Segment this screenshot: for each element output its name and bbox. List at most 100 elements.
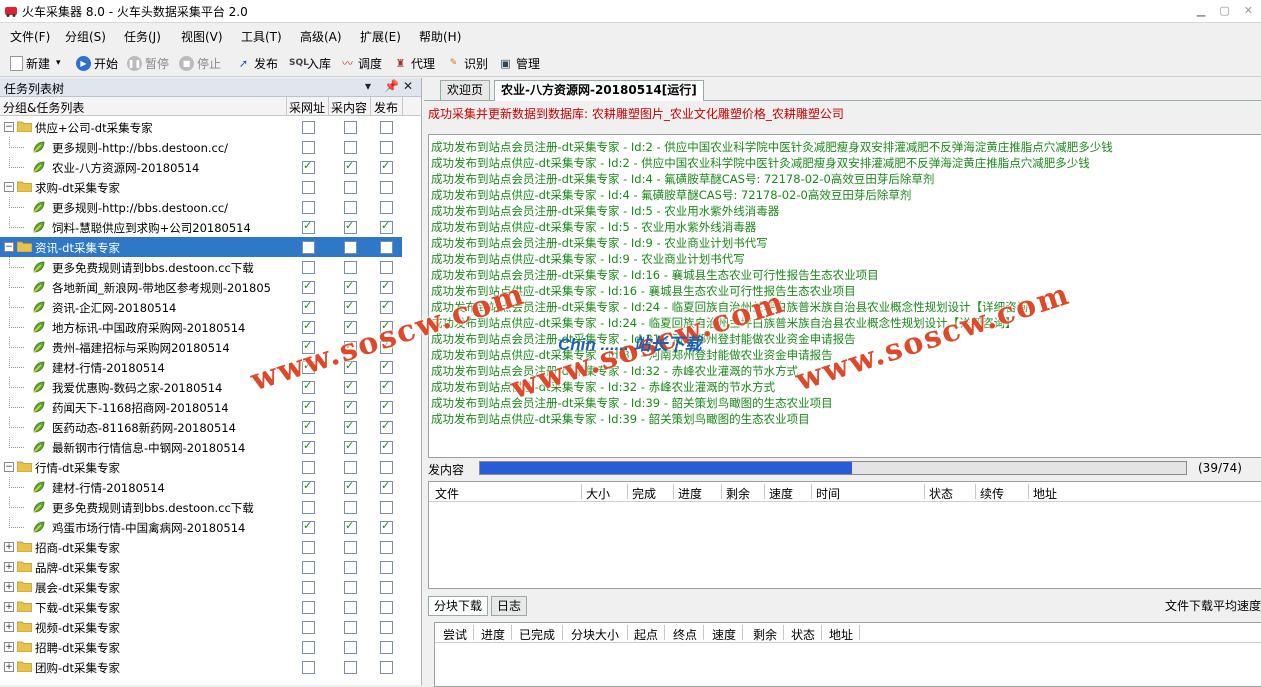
collect-content-checkbox[interactable] bbox=[344, 219, 357, 234]
collect-content-checkbox[interactable] bbox=[344, 279, 357, 294]
collect-content-checkbox[interactable] bbox=[344, 581, 357, 594]
collect-url-checkbox[interactable] bbox=[302, 501, 315, 514]
column-separator[interactable] bbox=[1028, 484, 1029, 499]
publish-checkbox[interactable] bbox=[380, 439, 393, 454]
collect-url-checkbox[interactable] bbox=[302, 621, 315, 634]
collect-content-checkbox[interactable] bbox=[344, 501, 357, 514]
collect-url-checkbox[interactable] bbox=[302, 561, 315, 574]
tree-task-row[interactable]: 农业-八方资源网-20180514 bbox=[0, 157, 402, 177]
tree-task-row[interactable]: 更多免费规则请到bbs.destoon.cc下载 bbox=[0, 257, 402, 277]
chunk-download-list[interactable]: 尝试 进度 已完成 分块大小 起点 终点 速度 剩余 状态 地址 bbox=[434, 622, 1261, 687]
tree-group-row[interactable]: + 团购-dt采集专家 bbox=[0, 657, 402, 677]
collect-content-checkbox[interactable] bbox=[344, 299, 357, 314]
collect-content-checkbox[interactable] bbox=[344, 379, 357, 394]
expand-icon[interactable]: + bbox=[4, 562, 14, 572]
collect-url-checkbox[interactable] bbox=[302, 461, 315, 474]
tab-chunk-download[interactable]: 分块下载 bbox=[428, 596, 489, 616]
file-column-header[interactable]: 状态 bbox=[929, 485, 953, 502]
proxy-button[interactable]: ♜ 代理 bbox=[393, 54, 435, 72]
tree-group-row[interactable]: + 视频-dt采集专家 bbox=[0, 617, 402, 637]
publish-checkbox[interactable] bbox=[380, 641, 393, 654]
collect-url-checkbox[interactable] bbox=[302, 299, 315, 314]
expand-icon[interactable]: + bbox=[4, 622, 14, 632]
collect-content-checkbox[interactable] bbox=[344, 561, 357, 574]
menu-tools[interactable]: 工具(T) bbox=[241, 28, 282, 45]
tree-task-row[interactable]: 最新钢市行情信息-中钢网-20180514 bbox=[0, 437, 402, 457]
collect-url-checkbox[interactable] bbox=[302, 319, 315, 334]
column-separator[interactable] bbox=[511, 625, 512, 640]
import-db-button[interactable]: SQL 入库 bbox=[289, 54, 331, 72]
maximize-icon[interactable]: ▢ bbox=[1219, 4, 1229, 17]
collapse-icon[interactable]: − bbox=[4, 182, 14, 192]
column-collect-content[interactable]: 采内容 bbox=[331, 99, 367, 116]
collect-url-checkbox[interactable] bbox=[302, 519, 315, 534]
publish-checkbox[interactable] bbox=[380, 461, 393, 474]
column-separator[interactable] bbox=[811, 484, 812, 499]
tree-group-row[interactable]: + 下载-dt采集专家 bbox=[0, 597, 402, 617]
tab-welcome[interactable]: 欢迎页 bbox=[440, 80, 491, 100]
collect-content-checkbox[interactable] bbox=[344, 661, 357, 674]
file-column-header[interactable]: 剩余 bbox=[726, 485, 750, 502]
publish-checkbox[interactable] bbox=[380, 479, 393, 494]
collect-content-checkbox[interactable] bbox=[344, 641, 357, 654]
publish-checkbox[interactable] bbox=[380, 379, 393, 394]
collapse-icon[interactable]: − bbox=[4, 462, 14, 472]
publish-log[interactable]: 成功发布到站点会员注册-dt采集专家 - Id:2 - 供应中国农业科学院中医针… bbox=[428, 134, 1261, 458]
chunk-column-header[interactable]: 尝试 bbox=[443, 626, 467, 643]
menu-task[interactable]: 任务(J) bbox=[124, 28, 161, 45]
column-separator[interactable] bbox=[821, 625, 822, 640]
collect-url-checkbox[interactable] bbox=[302, 439, 315, 454]
column-separator[interactable] bbox=[581, 484, 582, 499]
tree-task-row[interactable]: 建材-行情-20180514 bbox=[0, 477, 402, 497]
column-separator[interactable] bbox=[664, 625, 665, 640]
chunk-column-header[interactable]: 剩余 bbox=[753, 626, 777, 643]
publish-button[interactable]: ➚ 发布 bbox=[236, 54, 278, 72]
collect-url-checkbox[interactable] bbox=[302, 141, 315, 154]
publish-checkbox[interactable] bbox=[380, 419, 393, 434]
tree-group-row[interactable]: + 招商-dt采集专家 bbox=[0, 537, 402, 557]
publish-checkbox[interactable] bbox=[380, 159, 393, 174]
publish-checkbox[interactable] bbox=[380, 279, 393, 294]
dropdown-arrow-icon[interactable]: ▾ bbox=[56, 58, 61, 68]
collect-content-checkbox[interactable] bbox=[344, 121, 357, 134]
column-separator[interactable] bbox=[673, 484, 674, 499]
tree-group-row[interactable]: − 供应+公司-dt采集专家 bbox=[0, 117, 402, 137]
menu-help[interactable]: 帮助(H) bbox=[419, 28, 461, 45]
menu-advanced[interactable]: 高级(A) bbox=[300, 28, 342, 45]
collect-url-checkbox[interactable] bbox=[302, 181, 315, 194]
collect-content-checkbox[interactable] bbox=[344, 159, 357, 174]
column-separator[interactable] bbox=[859, 625, 860, 640]
panel-menu-icon[interactable]: ▾ bbox=[365, 79, 371, 93]
collect-url-checkbox[interactable] bbox=[302, 399, 315, 414]
tree-task-row[interactable]: 资讯-企汇网-20180514 bbox=[0, 297, 402, 317]
menu-view[interactable]: 视图(V) bbox=[181, 28, 223, 45]
chunk-column-header[interactable]: 进度 bbox=[481, 626, 505, 643]
tree-task-row[interactable]: 各地新闻_新浪网-带地区参考规则-201805 bbox=[0, 277, 402, 297]
file-column-header[interactable]: 地址 bbox=[1033, 485, 1057, 502]
menu-group[interactable]: 分组(S) bbox=[65, 28, 106, 45]
collect-content-checkbox[interactable] bbox=[344, 181, 357, 194]
file-column-header[interactable]: 速度 bbox=[769, 485, 793, 502]
publish-checkbox[interactable] bbox=[380, 601, 393, 614]
start-button[interactable]: ▶ 开始 bbox=[76, 54, 118, 72]
collect-url-checkbox[interactable] bbox=[302, 661, 315, 674]
tree-task-row[interactable]: 鸡蛋市场行情-中国禽病网-20180514 bbox=[0, 517, 402, 537]
collect-content-checkbox[interactable] bbox=[344, 419, 357, 434]
collect-content-checkbox[interactable] bbox=[344, 439, 357, 454]
collapse-icon[interactable]: − bbox=[4, 122, 14, 132]
file-column-header[interactable]: 续传 bbox=[980, 485, 1004, 502]
file-column-header[interactable]: 进度 bbox=[678, 485, 702, 502]
collect-content-checkbox[interactable] bbox=[344, 141, 357, 154]
collect-content-checkbox[interactable] bbox=[344, 601, 357, 614]
collapse-icon[interactable]: − bbox=[4, 242, 14, 252]
tree-task-row[interactable]: 更多规则-http://bbs.destoon.cc/ bbox=[0, 137, 402, 157]
chunk-column-header[interactable]: 已完成 bbox=[519, 626, 555, 643]
pause-button[interactable]: ❚❚ 暂停 bbox=[127, 54, 169, 72]
column-separator[interactable] bbox=[764, 484, 765, 499]
file-column-header[interactable]: 完成 bbox=[632, 485, 656, 502]
publish-checkbox[interactable] bbox=[380, 581, 393, 594]
chunk-column-header[interactable]: 状态 bbox=[791, 626, 815, 643]
publish-checkbox[interactable] bbox=[380, 201, 393, 214]
publish-checkbox[interactable] bbox=[380, 661, 393, 674]
collect-content-checkbox[interactable] bbox=[344, 461, 357, 474]
